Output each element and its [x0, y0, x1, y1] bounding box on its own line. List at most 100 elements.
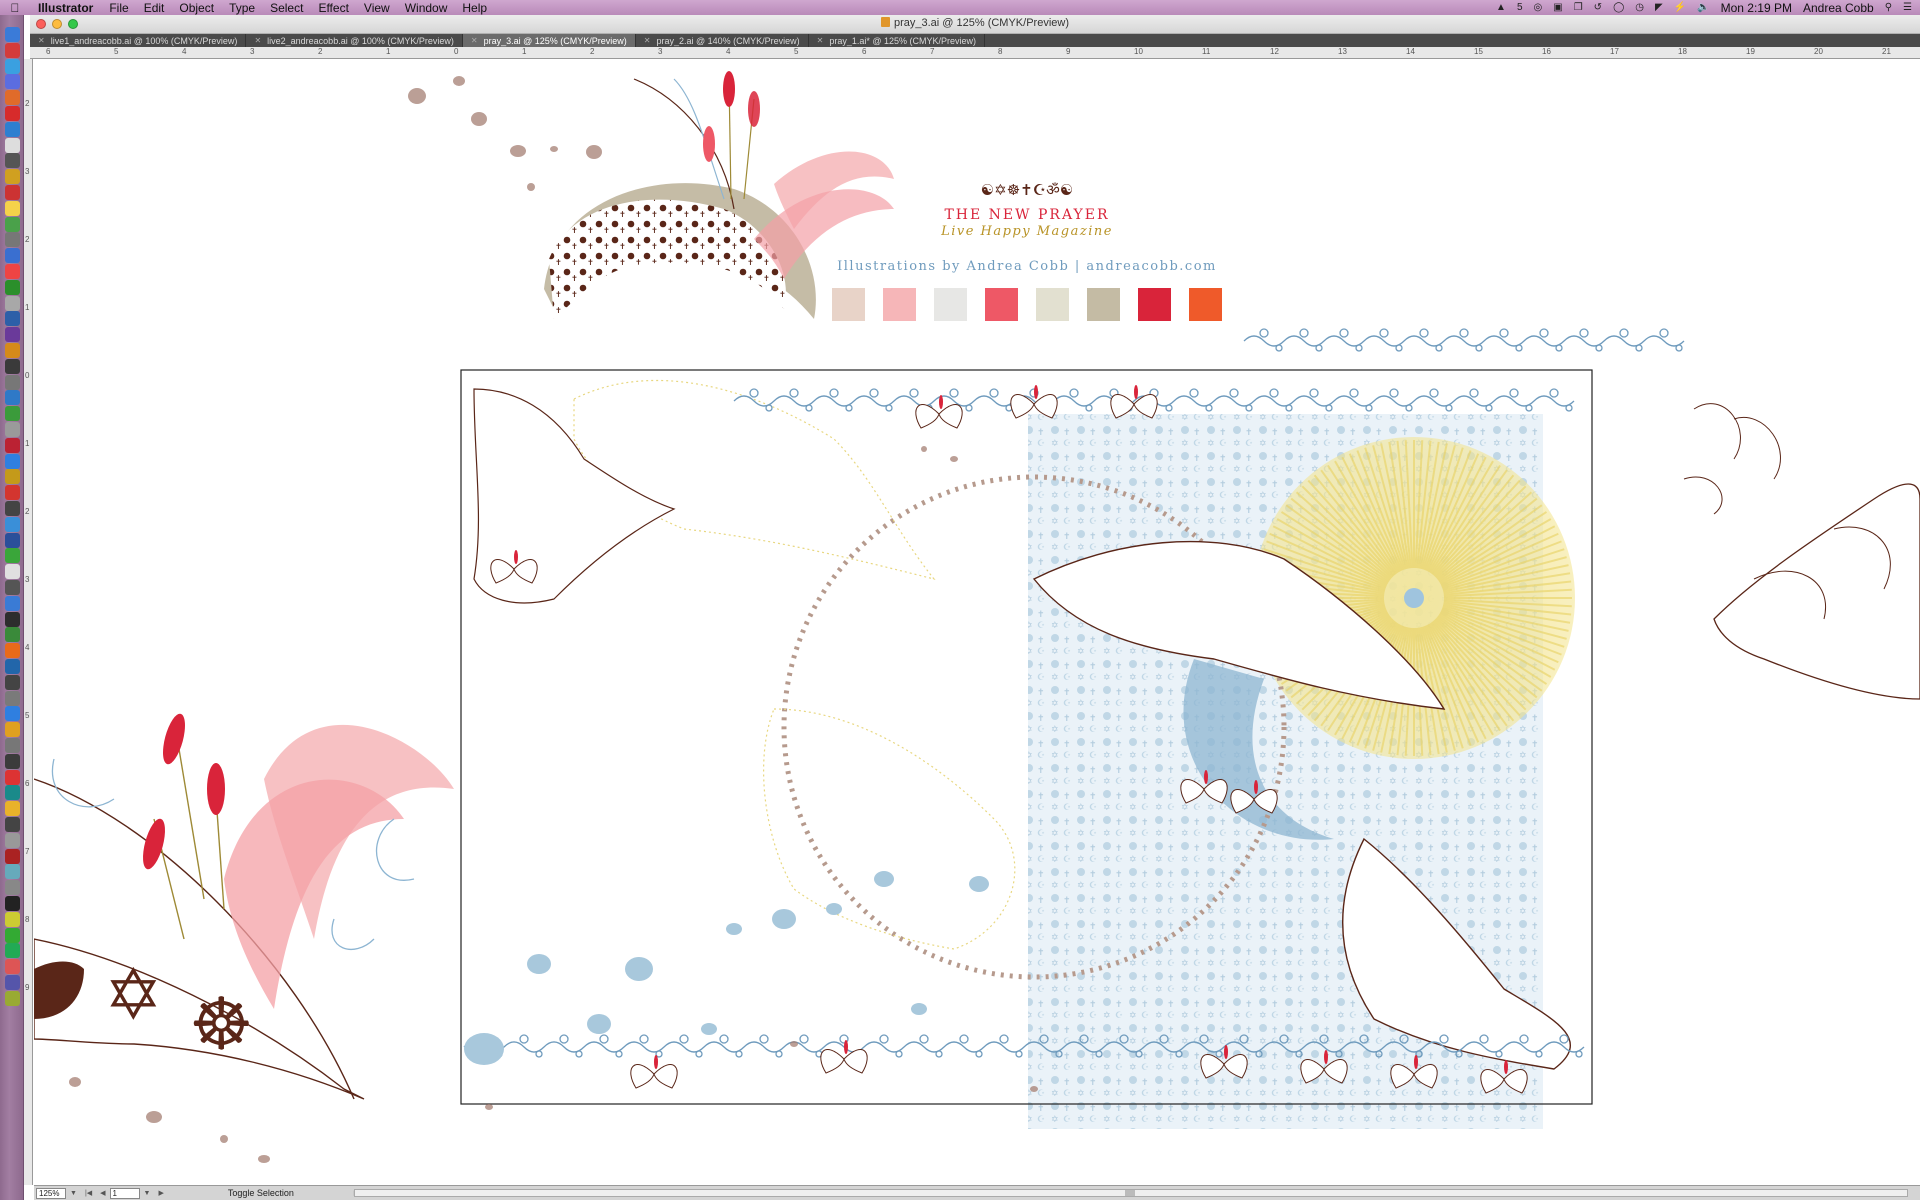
- color-swatch[interactable]: [883, 288, 916, 321]
- dock-app-icon[interactable]: [5, 832, 20, 848]
- spiral-icon[interactable]: ◎: [1534, 2, 1543, 13]
- window-icon[interactable]: ❐: [1574, 2, 1583, 13]
- dock-app-icon[interactable]: [5, 769, 20, 785]
- sync-icon[interactable]: ↺: [1594, 2, 1602, 13]
- dock-app-icon[interactable]: [5, 374, 20, 390]
- tab-live1[interactable]: ✕ live1_andreacobb.ai @ 100% (CMYK/Previe…: [30, 34, 247, 47]
- adobe-cloud-icon[interactable]: ▲: [1496, 2, 1506, 13]
- close-tab-icon[interactable]: ✕: [38, 36, 45, 45]
- dock-app-icon[interactable]: [5, 279, 20, 295]
- close-tab-icon[interactable]: ✕: [644, 36, 651, 45]
- dock-app-icon[interactable]: [5, 706, 20, 722]
- dock-app-icon[interactable]: [5, 216, 20, 232]
- tab-pray2[interactable]: ✕ pray_2.ai @ 140% (CMYK/Preview): [636, 34, 809, 47]
- dock-app-icon[interactable]: [5, 248, 20, 264]
- scrollbar-thumb[interactable]: [1125, 1190, 1135, 1196]
- dock-app-icon[interactable]: [5, 864, 20, 880]
- horizontal-ruler[interactable]: 6 5 4 3 2 1 0 1 2 3 4 5 6 7 8 9 10 11 12 13 14 15 16 17 18 19 20 21: [30, 47, 1920, 59]
- dock-app-icon[interactable]: [5, 532, 20, 548]
- dock-app-icon[interactable]: [5, 153, 20, 169]
- dock-app-icon[interactable]: [5, 137, 20, 153]
- close-tab-icon[interactable]: ✕: [817, 36, 824, 45]
- dock-app-icon[interactable]: [5, 42, 20, 58]
- dock-app-icon[interactable]: [5, 990, 20, 1006]
- menu-help[interactable]: Help: [462, 1, 487, 15]
- dock-app-icon[interactable]: [5, 58, 20, 74]
- dock-app-icon[interactable]: [5, 975, 20, 990]
- vertical-ruler[interactable]: 2 3 2 1 0 1 2 3 4 5 6 7 8 9: [24, 59, 33, 1185]
- tab-pray3[interactable]: ✕ pray_3.ai @ 125% (CMYK/Preview): [462, 34, 636, 47]
- color-swatch[interactable]: [934, 288, 967, 321]
- menu-effect[interactable]: Effect: [318, 1, 348, 15]
- dock-app-icon[interactable]: [5, 90, 20, 106]
- wifi-icon[interactable]: ◤: [1655, 2, 1663, 13]
- dock-app-icon[interactable]: [5, 611, 20, 627]
- color-swatch[interactable]: [985, 288, 1018, 321]
- display-icon[interactable]: ▣: [1553, 2, 1562, 13]
- menu-view[interactable]: View: [364, 1, 390, 15]
- dock-app-icon[interactable]: [5, 801, 20, 817]
- menu-object[interactable]: Object: [179, 1, 214, 15]
- dock-app-icon[interactable]: [5, 169, 20, 185]
- dock-app-icon[interactable]: [5, 548, 20, 564]
- dock-app-icon[interactable]: [5, 406, 20, 422]
- close-tab-icon[interactable]: ✕: [471, 36, 478, 45]
- dock-app-icon[interactable]: [5, 564, 20, 580]
- dock-app-icon[interactable]: [5, 358, 20, 374]
- zoom-dropdown-icon[interactable]: ▼: [70, 1190, 77, 1197]
- chat-icon[interactable]: ◯: [1613, 2, 1624, 13]
- dock-app-icon[interactable]: [5, 121, 20, 137]
- notification-count[interactable]: 5: [1517, 2, 1523, 13]
- color-swatch[interactable]: [832, 288, 865, 321]
- dock-app-icon[interactable]: [5, 390, 20, 406]
- offboard-artwork-right[interactable]: [1674, 389, 1920, 700]
- dock-app-icon[interactable]: [5, 106, 20, 121]
- dock-app-icon[interactable]: [5, 453, 20, 469]
- notification-center-icon[interactable]: ☰: [1903, 2, 1912, 13]
- color-swatch[interactable]: [1087, 288, 1120, 321]
- app-menu[interactable]: Illustrator: [38, 1, 93, 15]
- dock-app-icon[interactable]: [5, 785, 20, 801]
- dock-app-icon[interactable]: [5, 817, 20, 832]
- horizontal-scrollbar[interactable]: [354, 1189, 1908, 1197]
- dock-app-icon[interactable]: [5, 469, 20, 485]
- dock-app-icon[interactable]: [5, 185, 20, 200]
- artwork-subtitle[interactable]: Live Happy Magazine: [940, 224, 1113, 239]
- menu-edit[interactable]: Edit: [144, 1, 165, 15]
- time-machine-icon[interactable]: ◷: [1635, 2, 1644, 13]
- dock-app-icon[interactable]: [5, 943, 20, 959]
- dock-app-icon[interactable]: [5, 343, 20, 358]
- dock-app-icon[interactable]: [5, 959, 20, 975]
- menu-window[interactable]: Window: [405, 1, 448, 15]
- dock-app-icon[interactable]: [5, 501, 20, 516]
- dock-app-icon[interactable]: [5, 738, 20, 753]
- tab-pray1[interactable]: ✕ pray_1.ai* @ 125% (CMYK/Preview): [809, 34, 986, 47]
- dock-app-icon[interactable]: [5, 311, 20, 327]
- artboard-canvas[interactable]: ✝ ✡ ☪ ✝: [34, 59, 1920, 1185]
- tab-live2[interactable]: ✕ live2_andreacobb.ai @ 100% (CMYK/Previe…: [246, 34, 463, 47]
- first-page-icon[interactable]: |◀: [85, 1189, 92, 1197]
- dock-app-icon[interactable]: [5, 753, 20, 769]
- prev-page-icon[interactable]: ◀: [100, 1189, 105, 1197]
- dock-app-icon[interactable]: [5, 295, 20, 311]
- dock-app-icon[interactable]: [5, 643, 20, 659]
- dock-app-icon[interactable]: [5, 722, 20, 738]
- dock-app-icon[interactable]: [5, 595, 20, 611]
- menu-select[interactable]: Select: [270, 1, 303, 15]
- user-name[interactable]: Andrea Cobb: [1803, 1, 1874, 15]
- dock-app-icon[interactable]: [5, 659, 20, 674]
- dock-app-icon[interactable]: [5, 327, 20, 343]
- dock-app-icon[interactable]: [5, 848, 20, 864]
- dock-app-icon[interactable]: [5, 422, 20, 437]
- color-swatch[interactable]: [1036, 288, 1069, 321]
- close-tab-icon[interactable]: ✕: [254, 36, 261, 45]
- dock-app-icon[interactable]: [5, 200, 20, 216]
- dock-app-icon[interactable]: [5, 74, 20, 90]
- dock-app-icon[interactable]: [5, 674, 20, 690]
- volume-icon[interactable]: 🔈: [1697, 2, 1709, 13]
- dock-app-icon[interactable]: [5, 927, 20, 943]
- battery-icon[interactable]: ⚡: [1674, 2, 1686, 13]
- dock-app-icon[interactable]: [5, 437, 20, 453]
- dock-app-icon[interactable]: [5, 580, 20, 595]
- next-page-icon[interactable]: ▶: [158, 1189, 163, 1197]
